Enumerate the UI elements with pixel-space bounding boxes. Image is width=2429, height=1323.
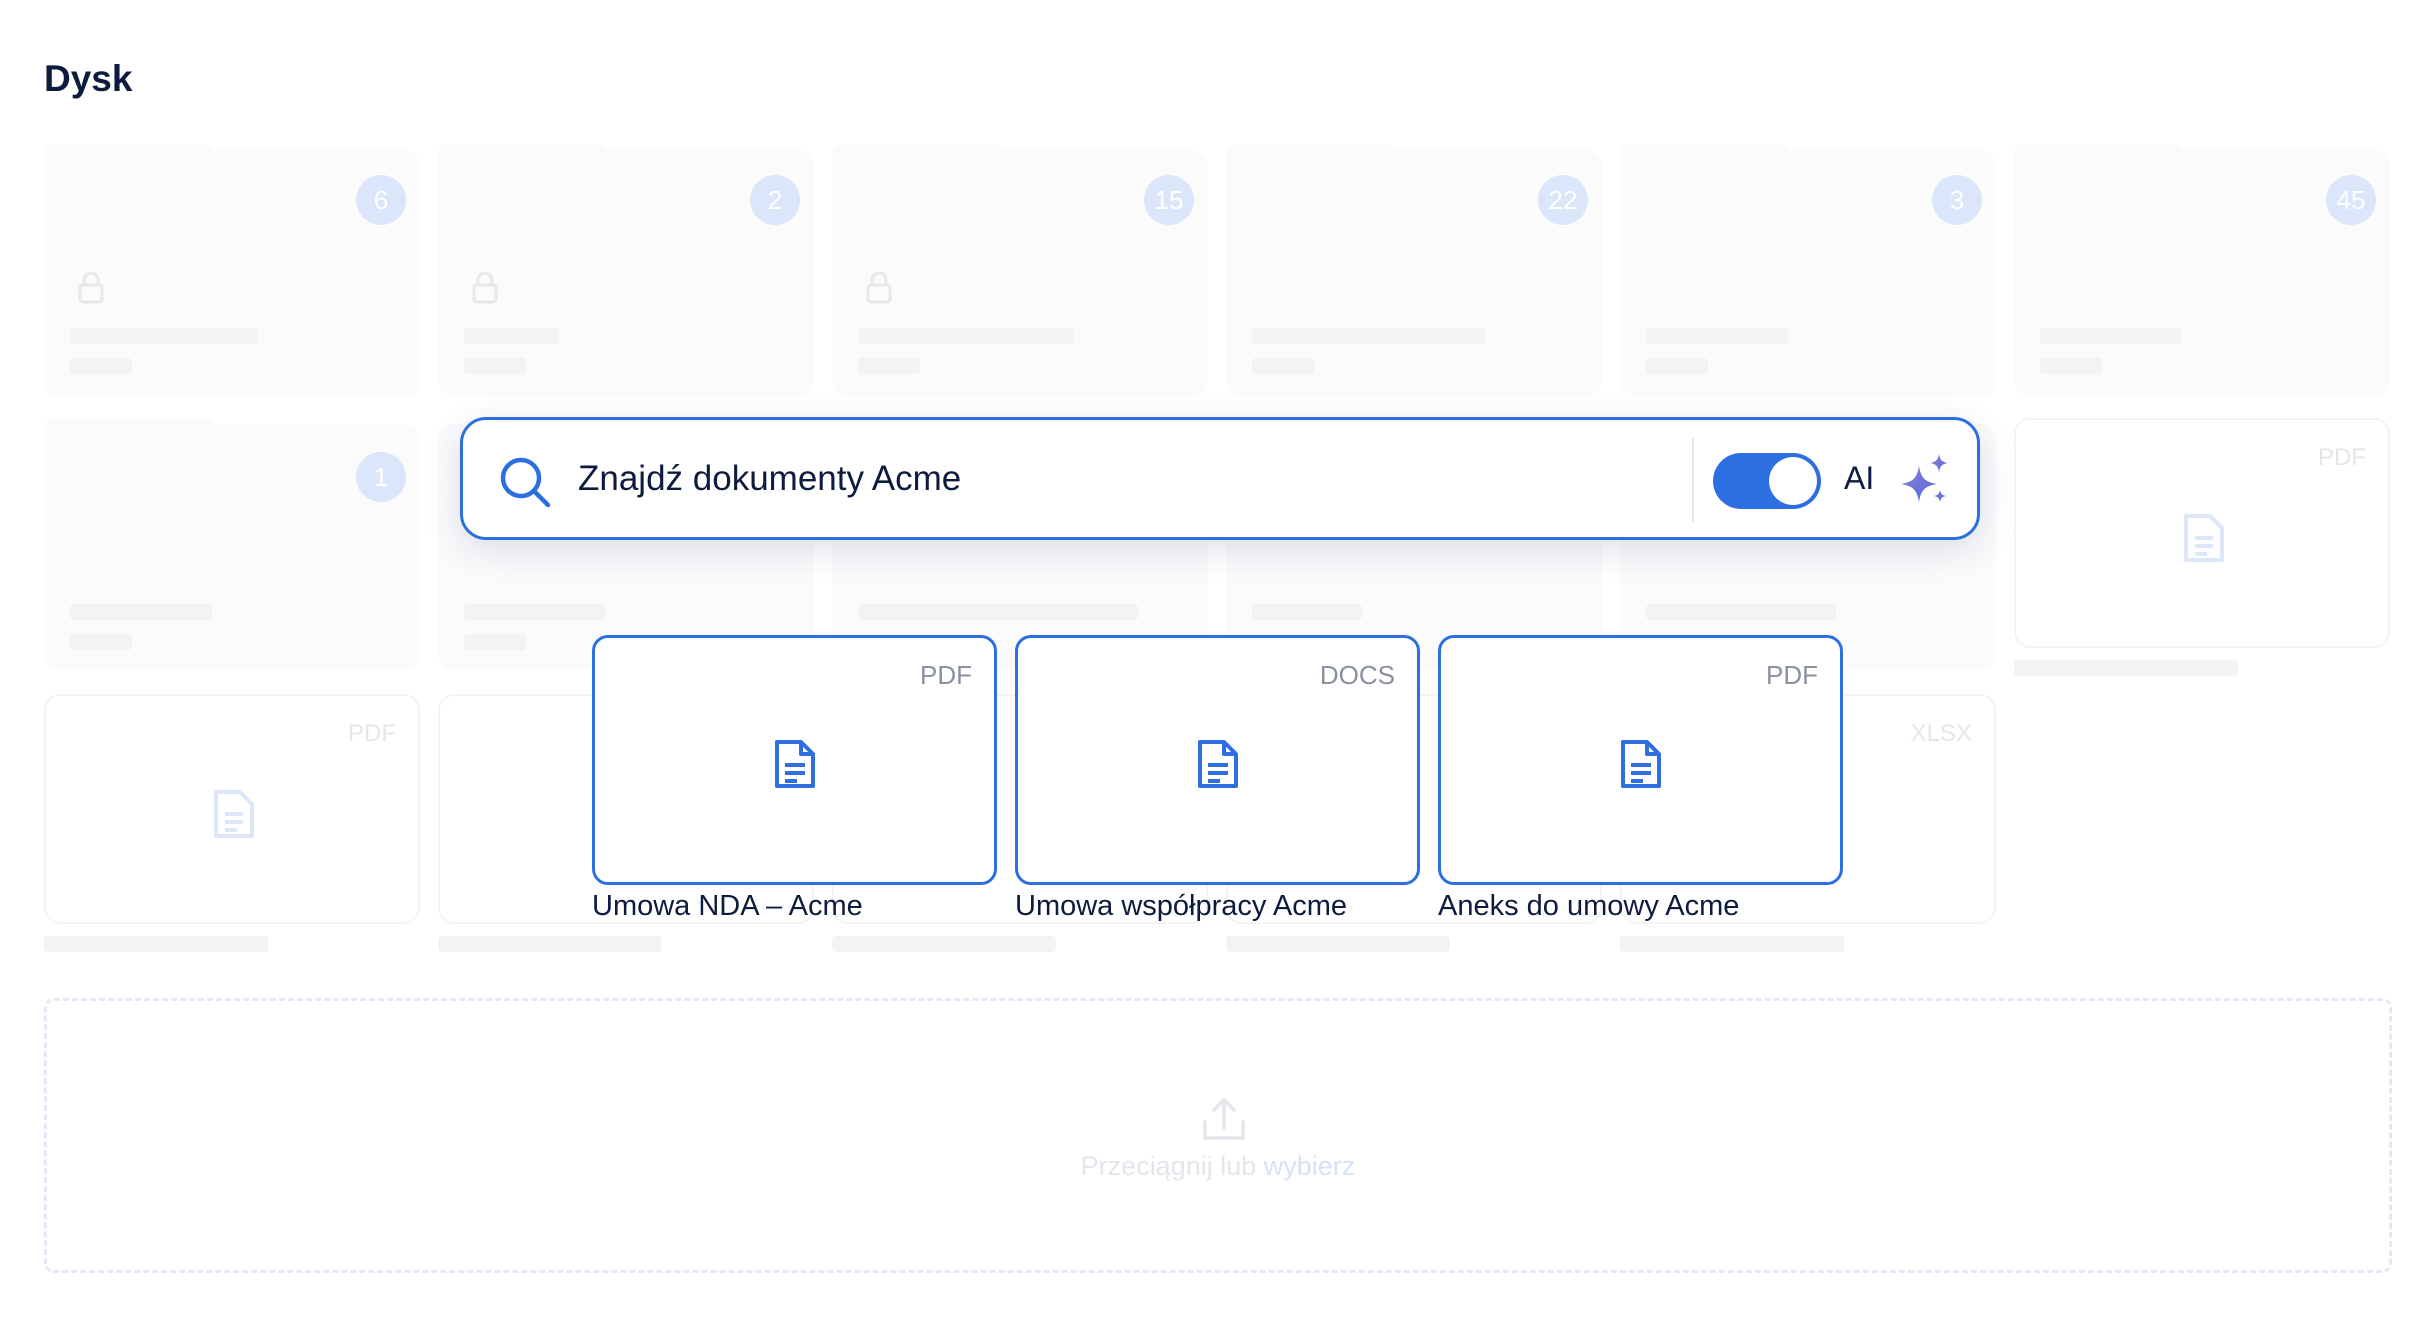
file-type-label: PDF xyxy=(1766,660,1818,690)
folder-tile[interactable]: 1 xyxy=(44,418,420,670)
result-name[interactable]: Aneks do umowy Acme xyxy=(1438,890,1739,923)
upload-hint-text: Przeciągnij lub xyxy=(1080,1151,1257,1181)
file-type-label: PDF xyxy=(2318,444,2366,471)
ai-label: AI xyxy=(1844,460,1875,496)
divider xyxy=(1692,438,1694,522)
toggle-knob xyxy=(1769,457,1817,505)
folder-tile[interactable]: 22 xyxy=(1226,144,1602,396)
folder-tile[interactable]: 2 xyxy=(438,144,814,396)
document-icon xyxy=(1621,740,1661,788)
file-type-label: PDF xyxy=(348,720,396,747)
result-card-aneks[interactable]: PDF xyxy=(1438,635,1843,885)
lock-icon xyxy=(78,271,104,304)
file-count-badge: 45 xyxy=(2326,175,2376,225)
file-count-badge: 1 xyxy=(356,452,406,502)
result-card-wspolpraca[interactable]: DOCS xyxy=(1015,635,1420,885)
file-tile[interactable]: PDF xyxy=(44,694,420,924)
search-icon xyxy=(500,457,551,508)
file-count-badge: 6 xyxy=(356,175,406,225)
search-input[interactable] xyxy=(578,444,1618,514)
choose-file-link[interactable]: wybierz xyxy=(1264,1151,1356,1181)
search-bar: AI xyxy=(460,417,1980,540)
folder-tile[interactable]: 3 xyxy=(1620,144,1996,396)
sparkle-icon xyxy=(1901,454,1948,502)
file-tile[interactable]: PDF xyxy=(2014,418,2390,648)
folder-tile[interactable]: 6 xyxy=(44,144,420,396)
folder-tile[interactable]: 15 xyxy=(832,144,1208,396)
result-name[interactable]: Umowa współpracy Acme xyxy=(1015,890,1347,923)
upload-dropzone[interactable]: Przeciągnij lub wybierz xyxy=(44,998,2392,1273)
file-type-label: XLSX xyxy=(1910,720,1972,747)
result-card-nda[interactable]: PDF xyxy=(592,635,997,885)
folder-tile[interactable]: 45 xyxy=(2014,144,2390,396)
lock-icon xyxy=(472,271,498,304)
ai-toggle[interactable] xyxy=(1713,453,1821,509)
file-type-label: PDF xyxy=(920,660,972,690)
file-count-badge: 15 xyxy=(1144,175,1194,225)
file-type-label: DOCS xyxy=(1319,660,1395,690)
document-icon xyxy=(214,790,254,838)
file-count-badge: 22 xyxy=(1538,175,1588,225)
upload-hint: Przeciągnij lub wybierz xyxy=(47,1151,2389,1182)
file-count-badge: 3 xyxy=(1932,175,1982,225)
lock-icon xyxy=(866,271,892,304)
document-icon xyxy=(775,740,815,788)
result-name[interactable]: Umowa NDA – Acme xyxy=(592,890,863,923)
document-icon xyxy=(1198,740,1238,788)
page-title: Dysk xyxy=(44,58,133,99)
upload-icon xyxy=(1203,1098,1245,1140)
document-icon xyxy=(2184,514,2224,562)
file-count-badge: 2 xyxy=(750,175,800,225)
